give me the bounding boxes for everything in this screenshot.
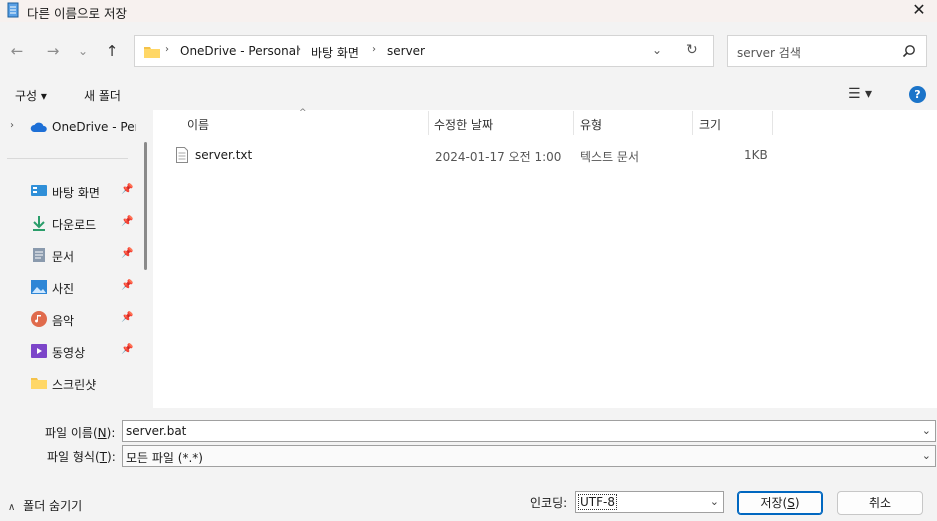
table-row[interactable]: server.txt 2024-01-17 오전 1:00 텍스트 문서 1KB [170, 143, 770, 167]
breadcrumb-desktop[interactable]: 바탕 화면 [311, 44, 359, 61]
document-icon [33, 248, 45, 262]
sidebar-item-label: 문서 [52, 250, 75, 264]
filetype-value: 모든 파일 (*.*) [126, 451, 203, 465]
chevron-down-icon[interactable]: ⌄ [922, 424, 931, 437]
sidebar-item-videos[interactable]: 동영상 📌 [0, 339, 140, 363]
refresh-icon[interactable]: ↻ [686, 42, 698, 58]
sort-ascending-icon: ^ [299, 108, 307, 118]
hide-folders-label: 폴더 숨기기 [23, 499, 83, 513]
search-box[interactable]: server 검색 [727, 35, 927, 67]
up-button[interactable]: ↑ [101, 40, 123, 62]
folder-icon [31, 378, 47, 389]
pin-icon[interactable]: 📌 [121, 184, 133, 195]
cloud-icon [30, 122, 47, 132]
filename-label: 파일 이름(N): [45, 426, 116, 440]
folder-icon [144, 47, 160, 58]
forward-button[interactable]: → [42, 40, 64, 62]
sidebar-item-music[interactable]: 음악 📌 [0, 307, 140, 331]
sidebar-item-label: 스크린샷 [52, 378, 97, 392]
title-bar: 다른 이름으로 저장 ✕ [0, 0, 937, 22]
divider [7, 158, 128, 159]
new-folder-button[interactable]: 새 폴더 [84, 87, 121, 104]
column-divider[interactable] [573, 111, 574, 135]
music-icon [31, 311, 47, 327]
file-type: 텍스트 문서 [580, 150, 640, 164]
download-icon [33, 216, 45, 231]
sidebar-item-pictures[interactable]: 사진 📌 [0, 275, 140, 299]
file-size: 1KB [744, 148, 768, 162]
pin-icon[interactable]: 📌 [121, 280, 133, 291]
column-header-type[interactable]: 유형 [580, 116, 602, 133]
encoding-value: UTF-8 [578, 494, 617, 510]
text-file-icon [176, 147, 188, 163]
save-button[interactable]: 저장(S) [737, 491, 823, 515]
cancel-button[interactable]: 취소 [837, 491, 923, 515]
pin-icon[interactable]: 📌 [121, 216, 133, 227]
filetype-select[interactable]: 모든 파일 (*.*) ⌄ [122, 445, 936, 467]
organize-menu[interactable]: 구성 ▾ [15, 87, 47, 104]
sidebar-item-label: 바탕 화면 [52, 186, 100, 200]
sidebar-item-documents[interactable]: 문서 📌 [0, 243, 140, 267]
breadcrumb-server[interactable]: server [387, 44, 425, 58]
window-title: 다른 이름으로 저장 [27, 6, 127, 21]
filetype-label: 파일 형식(T): [47, 450, 116, 464]
encoding-label: 인코딩: [530, 496, 568, 510]
column-header-name[interactable]: 이름 [187, 116, 209, 133]
breadcrumb-separator: › [372, 44, 376, 55]
close-icon[interactable]: ✕ [901, 0, 937, 20]
file-modified: 2024-01-17 오전 1:00 [435, 150, 562, 164]
pictures-icon [31, 280, 47, 294]
view-options-button[interactable]: ☰ ▾ [848, 86, 872, 102]
filename-field[interactable]: server.bat ⌄ [122, 420, 936, 442]
search-input[interactable]: server 검색 [737, 44, 801, 61]
sidebar-item-desktop[interactable]: 바탕 화면 📌 [0, 179, 140, 203]
sidebar-item-downloads[interactable]: 다운로드 📌 [0, 211, 140, 235]
pin-icon[interactable]: 📌 [121, 344, 133, 355]
sidebar-item-label: 다운로드 [52, 218, 97, 232]
column-header-size[interactable]: 크기 [699, 116, 721, 133]
breadcrumb-separator: › [165, 44, 169, 55]
desktop-icon [31, 185, 47, 196]
scrollbar-thumb[interactable] [144, 142, 147, 270]
sidebar-item-label: 음악 [52, 314, 75, 328]
column-divider[interactable] [428, 111, 429, 135]
column-divider[interactable] [692, 111, 693, 135]
chevron-right-icon[interactable]: › [10, 120, 14, 131]
sidebar-item-screenshots[interactable]: 스크린샷 [0, 371, 140, 395]
video-icon [31, 344, 47, 358]
address-bar[interactable]: › OneDrive - Personal › 바탕 화면 › server ⌄… [134, 35, 714, 67]
pin-icon[interactable]: 📌 [121, 312, 133, 323]
back-button[interactable]: ← [6, 40, 28, 62]
chevron-down-icon[interactable]: ⌄ [710, 495, 719, 508]
search-icon[interactable] [902, 44, 916, 58]
recent-locations-button[interactable]: ⌄ [72, 40, 94, 62]
breadcrumb-onedrive[interactable]: OneDrive - Personal [180, 44, 299, 58]
breadcrumb-separator: › [297, 44, 301, 55]
notepad-icon [7, 2, 19, 18]
column-divider[interactable] [772, 111, 773, 135]
chevron-down-icon[interactable]: ⌄ [652, 43, 662, 57]
encoding-select[interactable]: UTF-8 ⌄ [575, 491, 724, 513]
file-name: server.txt [195, 148, 253, 162]
help-icon[interactable]: ? [909, 86, 926, 103]
sidebar-item-label: 사진 [52, 282, 75, 296]
pin-icon[interactable]: 📌 [121, 248, 133, 259]
column-header-modified[interactable]: 수정한 날짜 [434, 116, 493, 133]
filename-value: server.bat [126, 424, 187, 438]
chevron-up-icon: ∧ [8, 502, 16, 513]
hide-folders-toggle[interactable]: ∧ 폴더 숨기기 [8, 497, 82, 514]
chevron-down-icon[interactable]: ⌄ [922, 449, 931, 462]
sidebar-item-label: OneDrive - Personal [52, 120, 136, 134]
sidebar-item-onedrive[interactable]: › OneDrive - Personal [0, 116, 140, 140]
sidebar-item-label: 동영상 [52, 346, 86, 360]
